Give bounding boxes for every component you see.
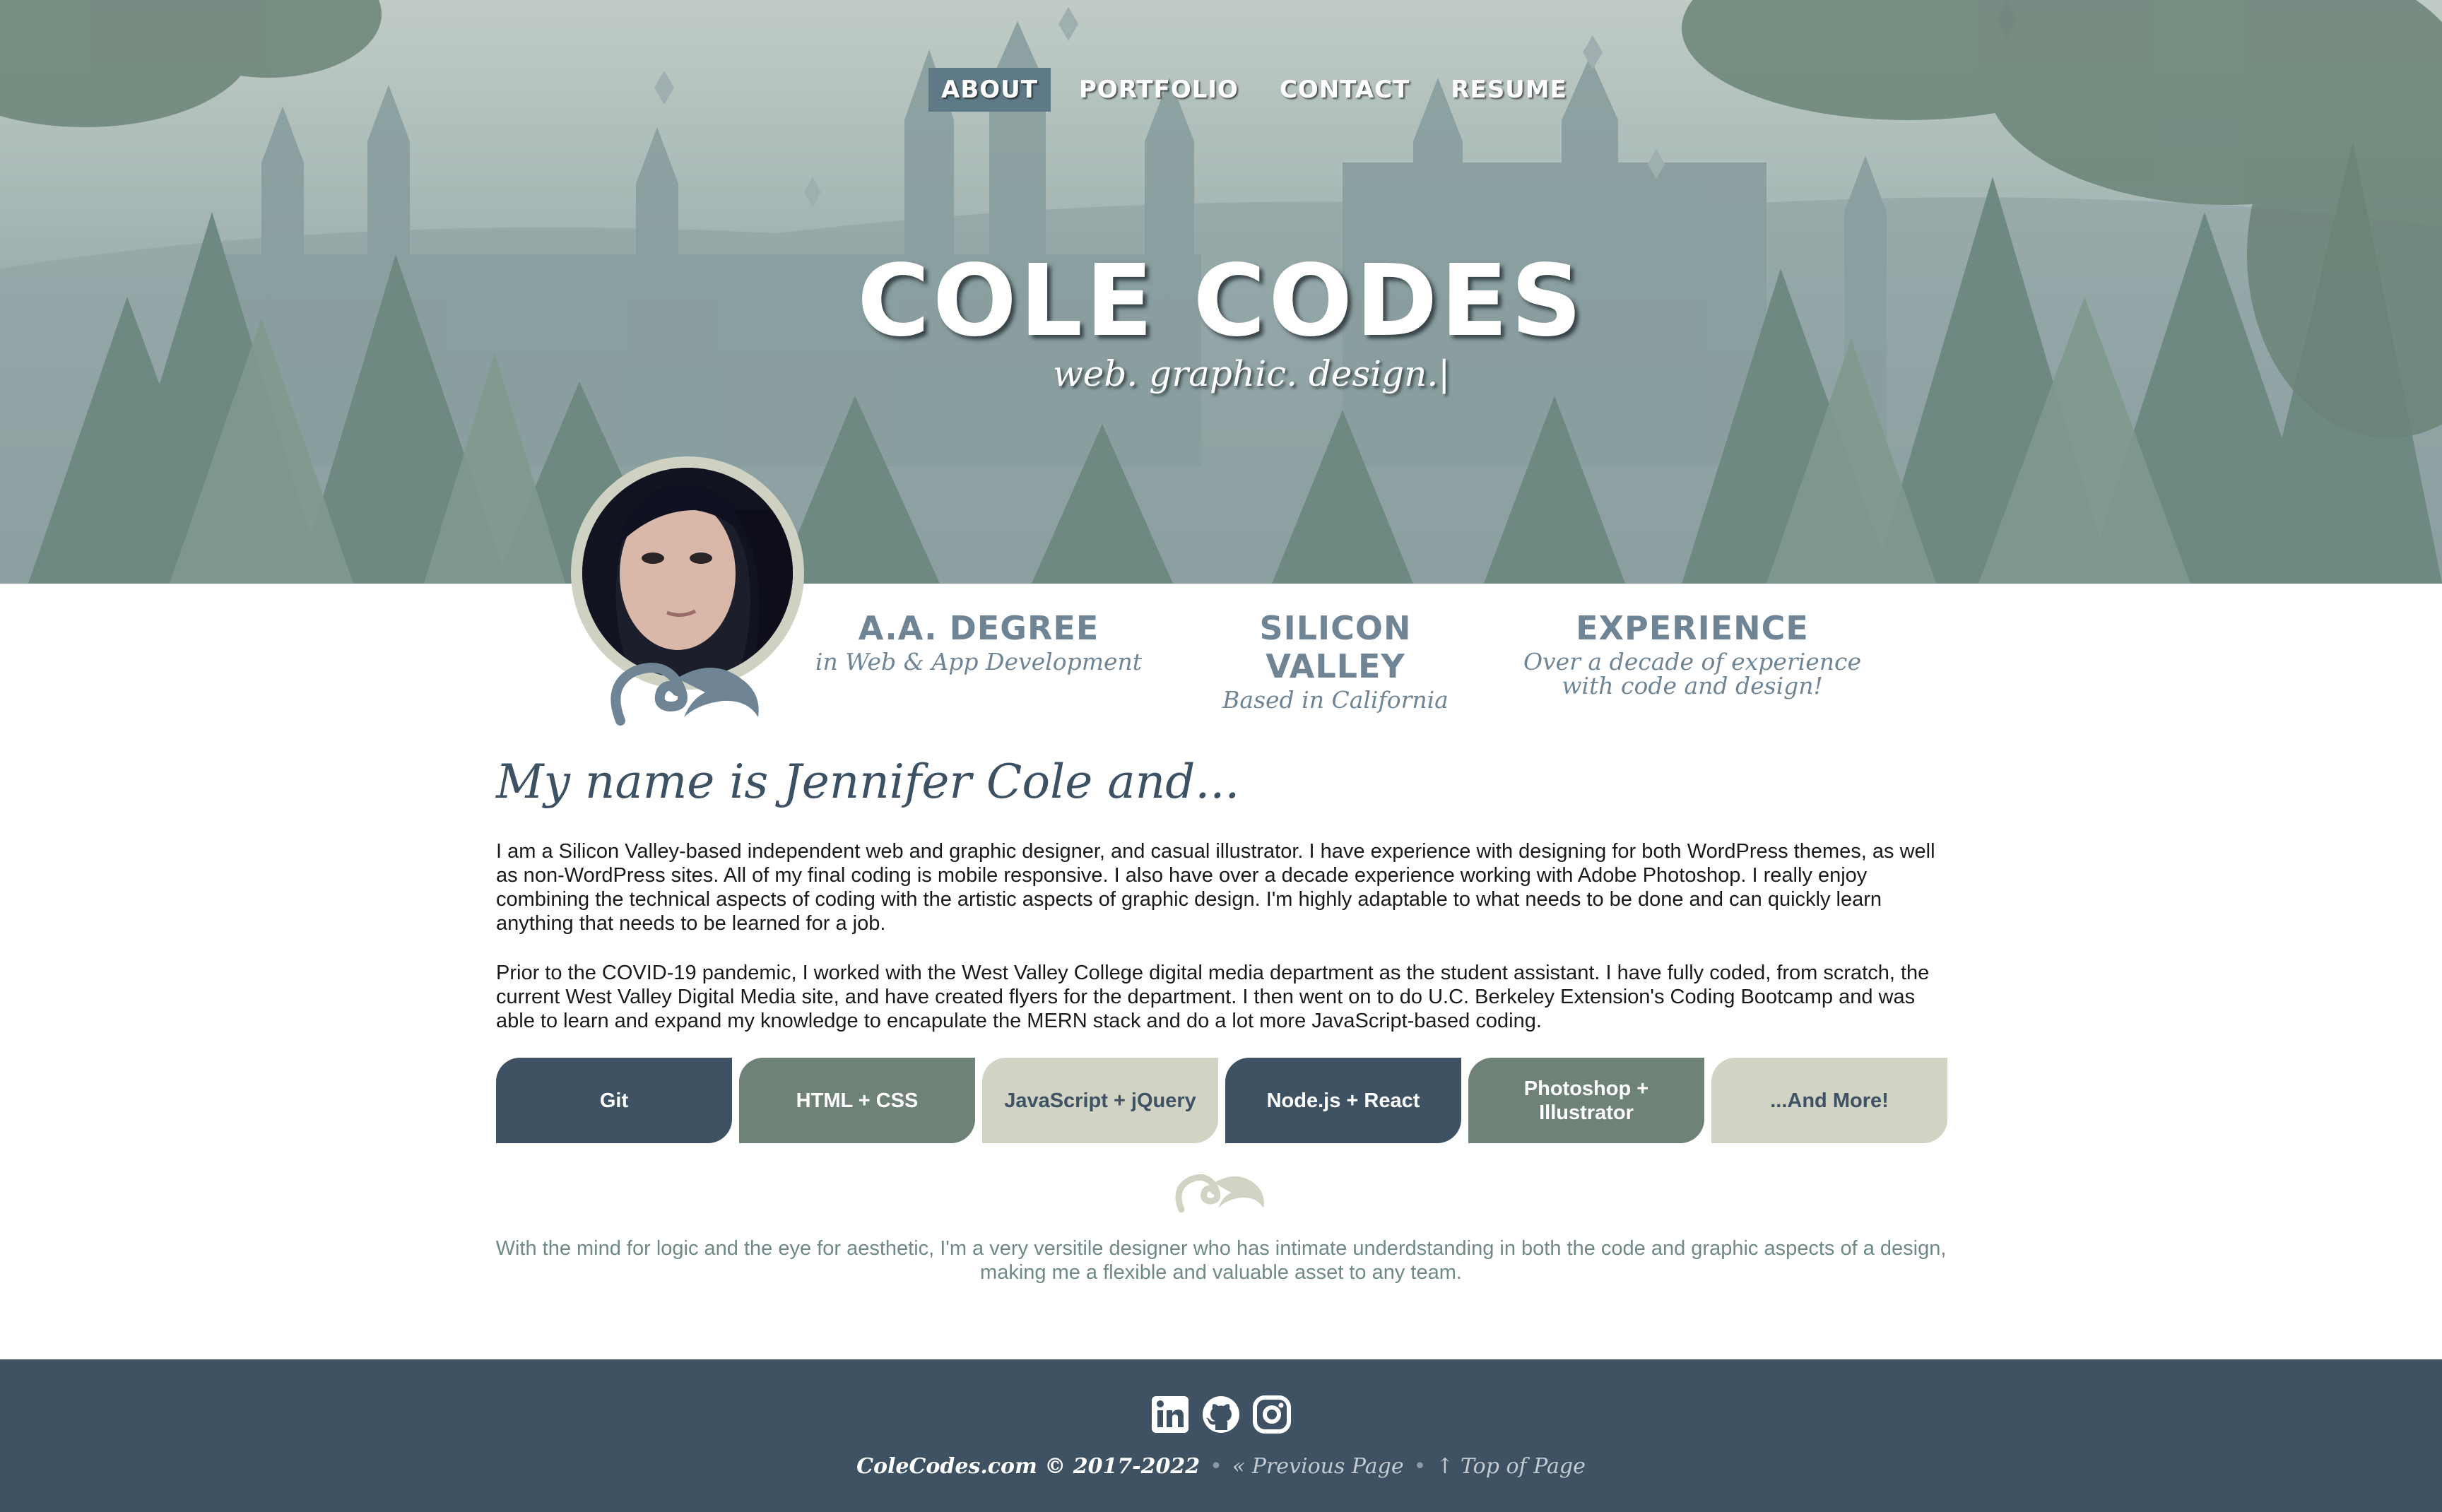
stat-title: EXPERIENCE — [1576, 609, 1809, 647]
skill-html-css[interactable]: HTML + CSS — [739, 1058, 975, 1143]
skills-list: Git HTML + CSS JavaScript + jQuery Node.… — [496, 1058, 1947, 1143]
previous-page-label: Previous Page — [1251, 1454, 1404, 1479]
about-paragraph: I am a Silicon Valley-based independent … — [496, 840, 1935, 935]
stat-subtitle: Based in California — [1222, 686, 1449, 714]
copyright-text: ColeCodes.com © 2017-2022 — [856, 1454, 1201, 1479]
top-of-page-link[interactable]: ↑ Top of Page — [1436, 1454, 1586, 1479]
previous-page-link[interactable]: « Previous Page — [1232, 1454, 1404, 1479]
flourish-ornament — [1175, 1174, 1264, 1213]
footer-links: ColeCodes.com © 2017-2022 • « Previous Pag… — [0, 1454, 2442, 1479]
site-tagline: web. graphic. design.| — [1053, 353, 1450, 394]
flourish-ornament — [610, 663, 759, 726]
separator-dot: • — [1210, 1454, 1222, 1479]
linkedin-icon[interactable] — [1150, 1395, 1190, 1434]
separator-dot: • — [1413, 1454, 1427, 1479]
about-heading: My name is Jennifer Cole and... — [496, 755, 1240, 809]
stat-subtitle: in Web & App Development — [815, 648, 1143, 675]
stat-title: A.A. DEGREE — [858, 609, 1099, 647]
arrow-up-icon: ↑ — [1436, 1454, 1454, 1479]
chevron-double-left-icon: « — [1232, 1454, 1246, 1479]
stat-location: SILICON VALLEY Based in California — [1187, 609, 1484, 712]
stat-subtitle: Over a decade of experience with code an… — [1523, 648, 1862, 699]
nav-contact[interactable]: CONTACT — [1267, 68, 1422, 112]
skill-and-more[interactable]: ...And More! — [1711, 1058, 1947, 1143]
nav-portfolio[interactable]: PORTFOLIO — [1066, 68, 1251, 112]
social-links — [1150, 1395, 1292, 1434]
stat-degree: A.A. DEGREE in Web & App Development — [813, 609, 1145, 674]
hero-banner: ABOUT PORTFOLIO CONTACT RESUME COLE CODE… — [0, 0, 2442, 584]
site-title: COLE CODES — [857, 244, 1585, 359]
stat-experience: EXPERIENCE Over a decade of experience w… — [1505, 609, 1880, 698]
typing-cursor: | — [1438, 353, 1451, 394]
nav-resume[interactable]: RESUME — [1438, 68, 1580, 112]
instagram-icon[interactable] — [1252, 1395, 1292, 1434]
skill-photoshop-illustrator[interactable]: Photoshop + Illustrator — [1468, 1058, 1704, 1143]
tagline-text: web. graphic. design. — [1053, 353, 1439, 394]
summary-quote: With the mind for logic and the eye for … — [495, 1237, 1947, 1284]
portrait-image — [582, 468, 793, 678]
stat-title: SILICON VALLEY — [1259, 609, 1412, 685]
nav-about[interactable]: ABOUT — [928, 68, 1051, 112]
site-footer: ColeCodes.com © 2017-2022 • « Previous Pag… — [0, 1359, 2442, 1512]
main-nav: ABOUT PORTFOLIO CONTACT RESUME — [928, 68, 1580, 112]
skill-git[interactable]: Git — [496, 1058, 732, 1143]
github-icon[interactable] — [1201, 1395, 1241, 1434]
avatar — [582, 468, 793, 678]
skill-node-react[interactable]: Node.js + React — [1225, 1058, 1461, 1143]
skill-javascript-jquery[interactable]: JavaScript + jQuery — [982, 1058, 1218, 1143]
top-of-page-label: Top of Page — [1460, 1454, 1586, 1479]
about-paragraph: Prior to the COVID-19 pandemic, I worked… — [496, 962, 1930, 1032]
